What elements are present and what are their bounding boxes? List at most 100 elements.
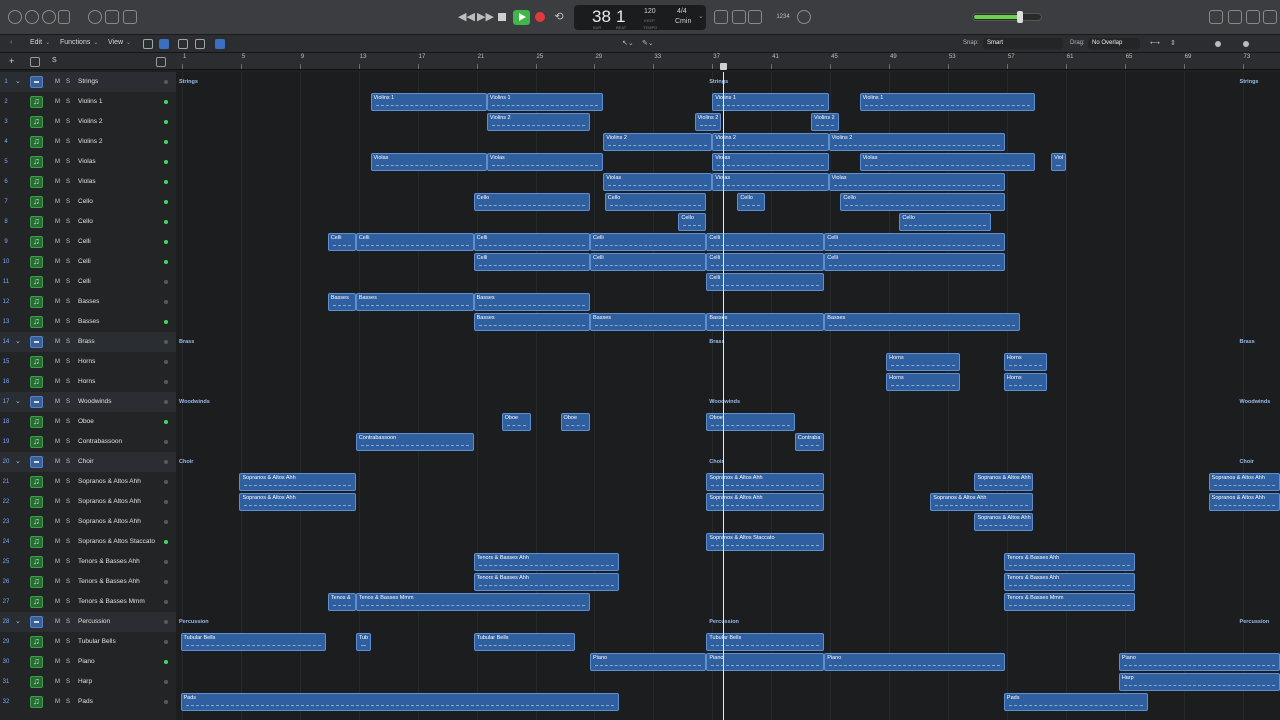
solo-button[interactable]: S: [66, 212, 70, 232]
track-name[interactable]: Harp: [78, 672, 92, 692]
solo-button[interactable]: S: [66, 372, 70, 392]
global-solo-label[interactable]: S: [52, 57, 57, 64]
pencil-tool-icon[interactable]: ✎⌄: [642, 39, 654, 47]
midi-region[interactable]: Sopranos & Altos Ahh: [1208, 493, 1280, 511]
midi-region[interactable]: Viol: [1051, 153, 1066, 171]
mute-button[interactable]: M: [55, 432, 60, 452]
midi-region[interactable]: Celli: [473, 233, 590, 251]
solo-button[interactable]: S: [66, 252, 70, 272]
solo-button[interactable]: S: [66, 632, 70, 652]
mute-button[interactable]: M: [55, 292, 60, 312]
mute-button[interactable]: M: [55, 192, 60, 212]
midi-region[interactable]: Violins 2: [694, 113, 722, 131]
mute-button[interactable]: M: [55, 272, 60, 292]
midi-region[interactable]: Violins 1: [712, 93, 829, 111]
mute-button[interactable]: M: [55, 312, 60, 332]
lcd-chevron-icon[interactable]: ⌄: [698, 12, 704, 20]
solo-button[interactable]: S: [66, 552, 70, 572]
mute-button[interactable]: M: [55, 592, 60, 612]
add-track-icon[interactable]: +: [9, 56, 14, 66]
loop-browser-icon[interactable]: [1246, 10, 1260, 24]
midi-region[interactable]: Horns: [886, 353, 960, 371]
notepad-icon[interactable]: [1228, 10, 1242, 24]
track-name[interactable]: Violins 2: [78, 112, 102, 132]
disclosure-chevron-icon[interactable]: ⌄: [15, 72, 21, 92]
midi-in-icon[interactable]: [215, 39, 225, 49]
solo-button[interactable]: S: [66, 72, 70, 92]
midi-region[interactable]: Tenors & Basses Ahh: [1003, 573, 1136, 591]
midi-region[interactable]: Violas: [603, 173, 713, 191]
midi-region[interactable]: Sopranos & Altos Ahh: [974, 473, 1034, 491]
track-header[interactable]: 20 ⌄ M S Choir: [0, 452, 176, 472]
midi-region[interactable]: Celli: [327, 233, 356, 251]
mute-button[interactable]: M: [55, 512, 60, 532]
playhead-handle[interactable]: [720, 63, 728, 70]
mute-button[interactable]: M: [55, 232, 60, 252]
track-header[interactable]: 12 MS Basses: [0, 292, 176, 312]
track-header[interactable]: 19 MS Contrabassoon: [0, 432, 176, 452]
stop-button[interactable]: [498, 13, 506, 21]
solo-button[interactable]: S: [66, 152, 70, 172]
horizontal-zoom-knob-icon[interactable]: [1243, 41, 1249, 47]
track-name[interactable]: Sopranos & Altos Ahh: [78, 492, 141, 512]
view-menu[interactable]: View ⌄: [108, 39, 131, 46]
disclosure-chevron-icon[interactable]: ⌄: [15, 332, 21, 352]
midi-region[interactable]: Violins 2: [828, 133, 1006, 151]
midi-region[interactable]: Violins 1: [370, 93, 487, 111]
track-name[interactable]: Celli: [78, 252, 91, 272]
track-header[interactable]: 28 ⌄ M S Percussion: [0, 612, 176, 632]
solo-button[interactable]: S: [66, 652, 70, 672]
track-header[interactable]: 8 MS Cello: [0, 212, 176, 232]
solo-button[interactable]: S: [66, 612, 70, 632]
midi-region[interactable]: Celli: [473, 253, 590, 271]
snap-select[interactable]: Smart: [983, 38, 1063, 49]
midi-region[interactable]: Piano: [1118, 653, 1280, 671]
mute-button[interactable]: M: [55, 352, 60, 372]
track-name[interactable]: Basses: [78, 292, 99, 312]
midi-region[interactable]: Violins 1: [859, 93, 1035, 111]
waveform-zoom-icon[interactable]: ⟷: [1150, 39, 1160, 47]
track-header[interactable]: 26 MS Tenors & Basses Ahh: [0, 572, 176, 592]
functions-menu[interactable]: Functions ⌄: [60, 39, 98, 46]
midi-region[interactable]: Oboe: [706, 413, 795, 431]
solo-icon[interactable]: [732, 10, 746, 24]
rewind-icon[interactable]: ◀◀: [458, 10, 475, 24]
solo-button[interactable]: S: [66, 172, 70, 192]
track-header[interactable]: 23 MS Sopranos & Altos Ahh: [0, 512, 176, 532]
library-icon[interactable]: [8, 10, 22, 24]
track-name[interactable]: Horns: [78, 372, 95, 392]
mute-button[interactable]: M: [55, 252, 60, 272]
track-name[interactable]: Tenors & Basses Ahh: [78, 552, 140, 572]
midi-region[interactable]: Tubular Bells: [180, 633, 327, 651]
arrange-area[interactable]: Strings Strings Strings Brass Brass Brass Wood…: [176, 72, 1280, 720]
midi-region[interactable]: Sopranos & Altos Ahh: [1208, 473, 1280, 491]
metronome-icon[interactable]: 1234: [775, 10, 791, 24]
solo-button[interactable]: S: [66, 572, 70, 592]
mute-button[interactable]: M: [55, 472, 60, 492]
track-name[interactable]: Tenors & Basses Mmm: [78, 592, 145, 612]
track-header[interactable]: 9 MS Celli: [0, 232, 176, 252]
track-name[interactable]: Contrabassoon: [78, 432, 122, 452]
track-name[interactable]: Tubular Bells: [78, 632, 116, 652]
list-view-icon[interactable]: [159, 39, 169, 49]
solo-button[interactable]: S: [66, 352, 70, 372]
mute-button[interactable]: M: [55, 552, 60, 572]
solo-button[interactable]: S: [66, 672, 70, 692]
mute-button[interactable]: M: [55, 632, 60, 652]
solo-button[interactable]: S: [66, 232, 70, 252]
track-header[interactable]: 24 MS Sopranos & Altos Staccato: [0, 532, 176, 552]
track-header[interactable]: 25 MS Tenors & Basses Ahh: [0, 552, 176, 572]
smart-controls-icon[interactable]: [88, 10, 102, 24]
midi-region[interactable]: Basses: [355, 293, 474, 311]
metronome-toggle-icon[interactable]: [797, 10, 811, 24]
track-header[interactable]: 2 MS Violins 1: [0, 92, 176, 112]
list-editors-icon[interactable]: [1209, 10, 1223, 24]
track-header[interactable]: 22 MS Sopranos & Altos Ahh: [0, 492, 176, 512]
track-name[interactable]: Violas: [78, 152, 96, 172]
midi-region[interactable]: Tenos & Basses Mmm: [355, 593, 591, 611]
midi-region[interactable]: Celli: [824, 233, 1006, 251]
solo-button[interactable]: S: [66, 492, 70, 512]
solo-button[interactable]: S: [66, 452, 70, 472]
track-header[interactable]: 18 MS Oboe: [0, 412, 176, 432]
midi-region[interactable]: Cello: [678, 213, 707, 231]
